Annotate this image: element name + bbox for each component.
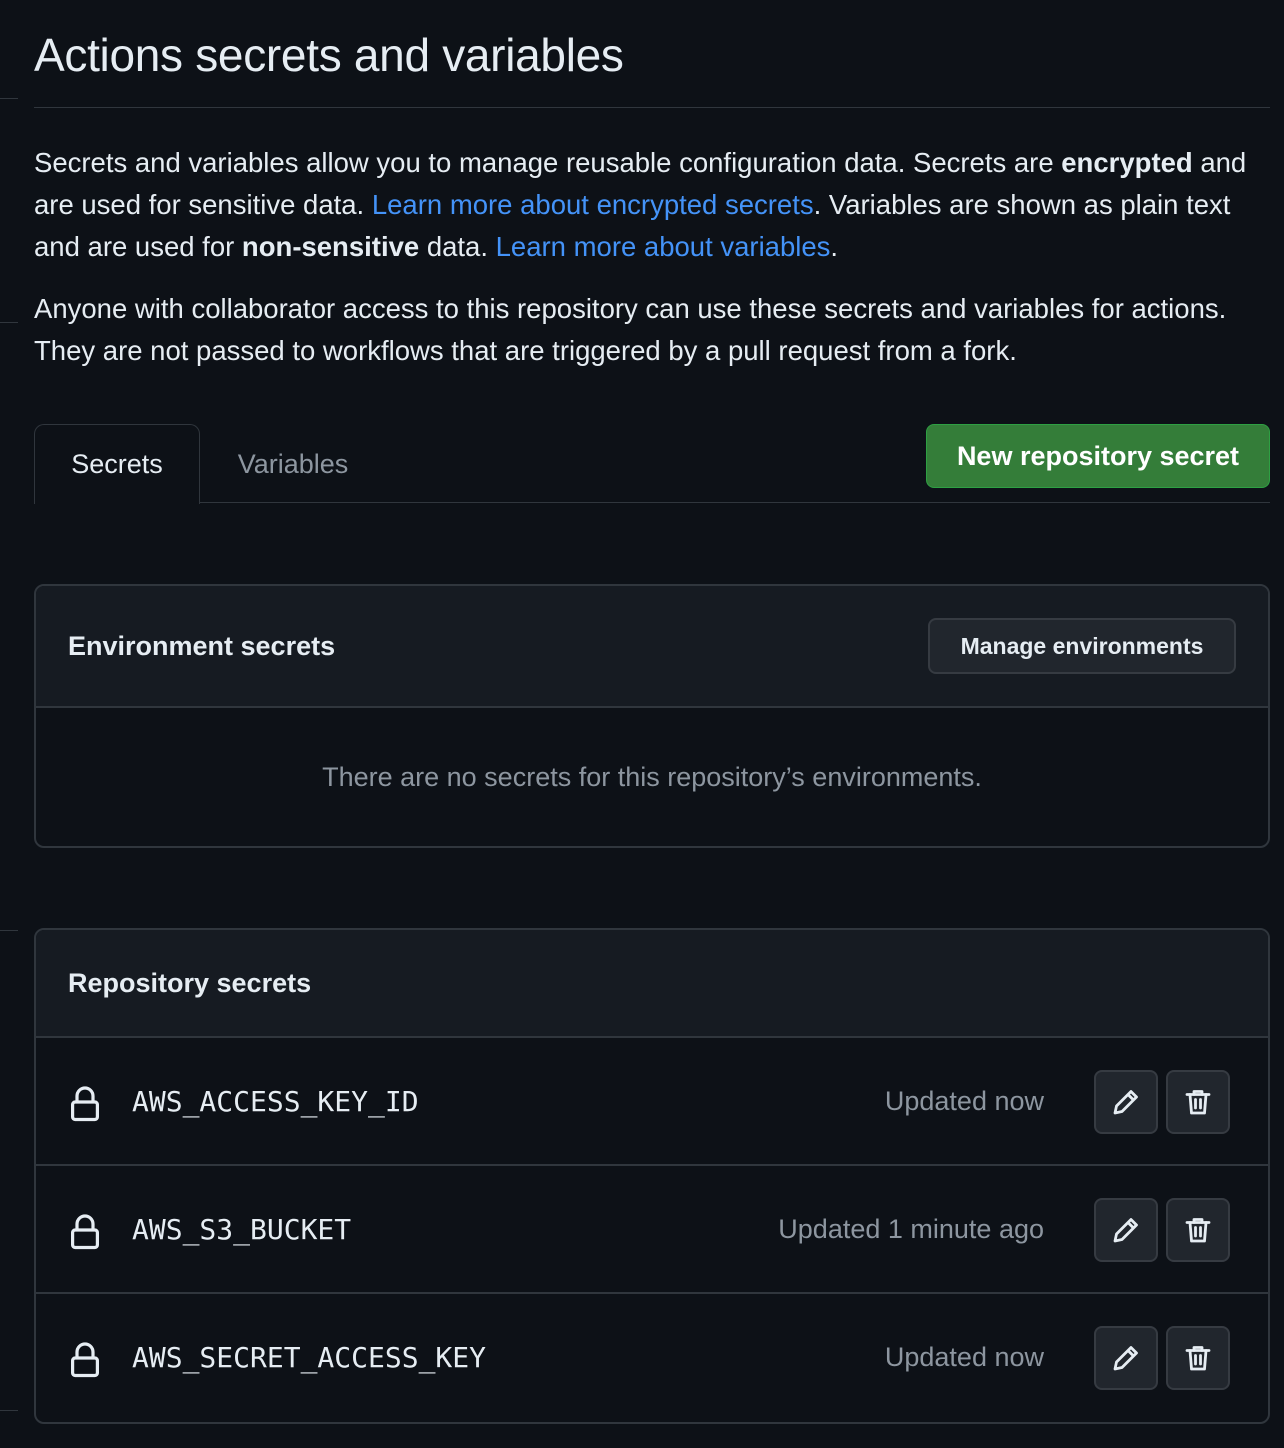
intro-text: .	[830, 231, 839, 262]
repository-secrets-panel: Repository secrets AWS_ACCESS_KEY_ID Upd…	[34, 928, 1270, 1424]
delete-secret-button[interactable]	[1166, 1198, 1230, 1262]
lock-icon	[70, 1342, 99, 1378]
title-divider	[34, 107, 1270, 108]
access-note: Anyone with collaborator access to this …	[34, 293, 1227, 366]
repository-secrets-header: Repository secrets	[36, 930, 1268, 1038]
pencil-icon	[1113, 1090, 1138, 1115]
intro-bold-non-sensitive: non-sensitive	[241, 231, 420, 262]
trash-icon	[1185, 1218, 1211, 1243]
delete-secret-button[interactable]	[1166, 1070, 1230, 1134]
left-edge-divider	[0, 322, 18, 323]
left-edge-divider	[0, 930, 18, 931]
trash-icon	[1185, 1090, 1211, 1115]
environment-secrets-panel: Environment secrets Manage environments …	[34, 584, 1270, 848]
page-title: Actions secrets and variables	[34, 29, 624, 81]
delete-secret-button[interactable]	[1166, 1326, 1230, 1390]
trash-icon	[1185, 1346, 1211, 1371]
pencil-icon	[1113, 1218, 1138, 1243]
environment-secrets-empty-message: There are no secrets for this repository…	[322, 761, 982, 792]
left-edge-divider	[0, 98, 18, 99]
intro-text: data.	[419, 231, 496, 262]
repository-secrets-title: Repository secrets	[68, 967, 312, 998]
intro-paragraph: Secrets and variables allow you to manag…	[34, 142, 1270, 268]
left-edge-divider	[0, 1410, 18, 1411]
secret-row: AWS_SECRET_ACCESS_KEY Updated now	[36, 1294, 1268, 1422]
edit-secret-button[interactable]	[1094, 1070, 1158, 1134]
secret-name: AWS_S3_BUCKET	[132, 1212, 352, 1246]
lock-icon	[70, 1086, 99, 1122]
secret-name: AWS_ACCESS_KEY_ID	[132, 1084, 419, 1118]
new-repository-secret-button[interactable]: New repository secret	[926, 424, 1270, 488]
intro-text: Secrets and variables allow you to manag…	[34, 147, 1062, 178]
secret-row: AWS_S3_BUCKET Updated 1 minute ago	[36, 1166, 1268, 1294]
link-encrypted-secrets[interactable]: Learn more about encrypted secrets	[372, 189, 814, 220]
tab-variables[interactable]: Variables	[200, 424, 386, 504]
environment-secrets-title: Environment secrets	[68, 630, 336, 661]
edit-secret-button[interactable]	[1094, 1198, 1158, 1262]
secret-updated: Updated 1 minute ago	[778, 1213, 1044, 1244]
edit-secret-button[interactable]	[1094, 1326, 1158, 1390]
lock-icon	[70, 1214, 99, 1250]
secret-updated: Updated now	[884, 1085, 1044, 1116]
link-variables[interactable]: Learn more about variables	[496, 231, 831, 262]
manage-environments-button[interactable]: Manage environments	[928, 618, 1236, 674]
secret-row: AWS_ACCESS_KEY_ID Updated now	[36, 1038, 1268, 1166]
tab-secrets[interactable]: Secrets	[34, 424, 200, 504]
secret-updated: Updated now	[884, 1341, 1044, 1372]
pencil-icon	[1113, 1346, 1138, 1371]
secret-name: AWS_SECRET_ACCESS_KEY	[132, 1340, 487, 1374]
intro-bold-encrypted: encrypted	[1061, 147, 1193, 178]
environment-secrets-header: Environment secrets Manage environments	[36, 586, 1268, 708]
